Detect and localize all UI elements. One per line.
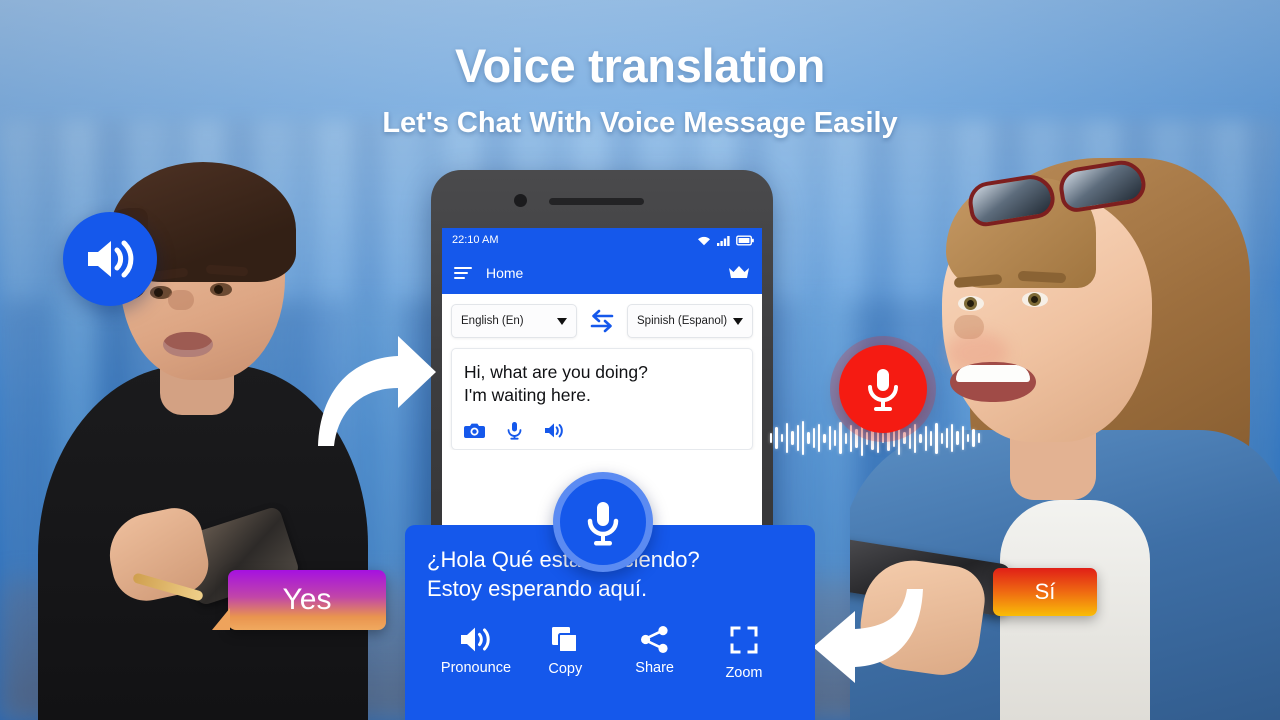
status-bar: 22:10 AM xyxy=(442,228,762,252)
target-language-select[interactable]: Spinish (Espanol) xyxy=(627,304,753,338)
status-time: 22:10 AM xyxy=(452,234,499,246)
source-card-actions xyxy=(464,421,740,440)
crown-icon[interactable] xyxy=(728,265,750,281)
translation-actions: Pronounce Copy Share Zoom xyxy=(427,625,793,681)
fullscreen-icon xyxy=(730,626,758,653)
share-button[interactable]: Share xyxy=(612,625,698,676)
chat-bubble-si: Sí xyxy=(993,568,1097,616)
swap-arrows-icon xyxy=(590,309,614,333)
wifi-icon xyxy=(698,236,710,245)
source-text-line-2: I'm waiting here. xyxy=(464,385,591,406)
curved-arrow-right-icon xyxy=(300,330,440,450)
copy-button[interactable]: Copy xyxy=(522,626,608,677)
promo-banner: Voice translation Let's Chat With Voice … xyxy=(0,0,1280,720)
page-title: Voice translation xyxy=(454,39,826,92)
pronounce-button[interactable]: Pronounce xyxy=(433,626,519,676)
microphone-icon xyxy=(587,502,619,546)
hamburger-menu-icon[interactable] xyxy=(454,267,472,279)
record-voice-button[interactable] xyxy=(553,472,653,572)
chat-bubble-si-label: Sí xyxy=(1034,579,1056,604)
microphone-icon xyxy=(868,369,898,411)
source-text-line-1: Hi, what are you doing? xyxy=(464,362,648,382)
language-selector-row: English (En) Spinish (Espanol) xyxy=(442,294,762,348)
speaker-icon[interactable] xyxy=(544,422,564,439)
translated-text-line-2: Estoy esperando aquí. xyxy=(427,576,648,602)
source-language-select[interactable]: English (En) xyxy=(451,304,577,338)
headline-block: Voice translation Let's Chat With Voice … xyxy=(0,38,1280,140)
share-icon xyxy=(640,625,668,653)
signal-icon xyxy=(717,235,730,246)
chevron-down-icon xyxy=(557,317,567,325)
record-mic-badge xyxy=(839,345,927,433)
zoom-button[interactable]: Zoom xyxy=(701,626,787,681)
zoom-label: Zoom xyxy=(725,664,763,681)
front-camera-icon xyxy=(514,194,527,207)
speaker-badge xyxy=(63,212,157,306)
swap-languages-button[interactable] xyxy=(585,306,619,336)
microphone-icon[interactable] xyxy=(507,421,522,440)
pronounce-label: Pronounce xyxy=(440,659,512,676)
source-text-card[interactable]: Hi, what are you doing? I'm waiting here… xyxy=(451,348,753,451)
page-subtitle: Let's Chat With Voice Message Easily xyxy=(382,107,898,139)
app-bar: Home xyxy=(442,252,762,294)
copy-label: Copy xyxy=(548,660,583,677)
chevron-down-icon xyxy=(733,317,743,325)
speaker-icon xyxy=(461,627,490,651)
earpiece-speaker xyxy=(549,198,644,205)
curved-arrow-left-icon xyxy=(805,585,935,685)
source-language-value: English (En) xyxy=(461,315,524,327)
chat-bubble-yes-label: Yes xyxy=(282,583,332,616)
camera-icon[interactable] xyxy=(464,422,485,439)
share-label: Share xyxy=(635,659,674,676)
battery-icon xyxy=(736,235,754,246)
copy-icon xyxy=(552,626,579,653)
chat-bubble-yes: Yes xyxy=(212,570,386,630)
speaker-icon xyxy=(88,240,134,278)
target-language-value: Spinish (Espanol) xyxy=(637,315,728,327)
app-bar-title: Home xyxy=(486,265,524,281)
